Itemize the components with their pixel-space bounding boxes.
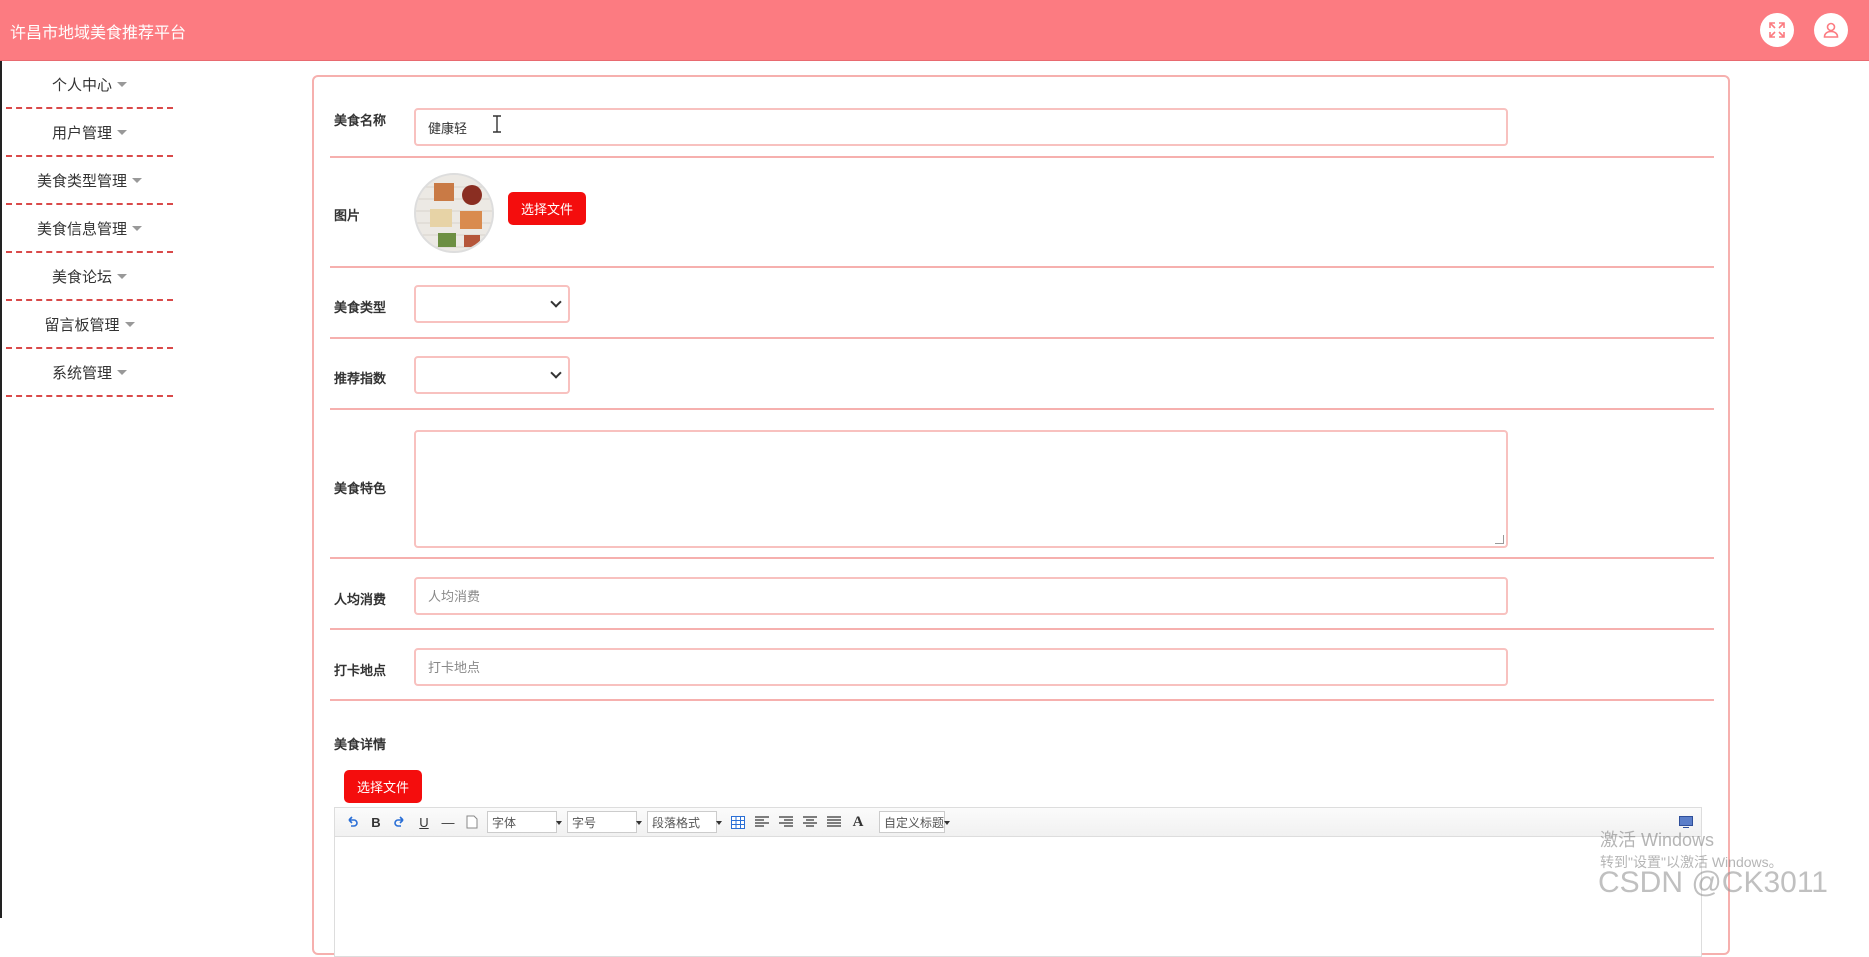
horizontal-rule-button[interactable]: —: [439, 812, 457, 832]
form-row-name: 美食名称: [330, 77, 1714, 158]
sidebar-item-label: 美食类型管理: [36, 172, 127, 190]
caret-down-icon: [117, 369, 127, 375]
undo-icon: [348, 816, 358, 827]
page-icon: [466, 815, 478, 829]
align-justify-icon: [827, 816, 841, 827]
form-row-avg-cost: 人均消费: [330, 559, 1714, 630]
sidebar: 个人中心 用户管理 美食类型管理 美食信息管理 美食论坛 留言板管理 系统管理: [0, 61, 175, 918]
insert-table-button[interactable]: [729, 812, 747, 832]
caret-down-icon: [117, 81, 127, 87]
user-icon: [1823, 22, 1839, 38]
type-select[interactable]: [414, 285, 570, 323]
sidebar-item-label: 系统管理: [51, 364, 112, 382]
sidebar-item-food-info-management[interactable]: 美食信息管理: [6, 205, 173, 253]
align-left-button[interactable]: [753, 812, 771, 832]
form-row-location: 打卡地点: [330, 630, 1714, 701]
windows-activation-title: 激活 Windows: [1600, 830, 1715, 850]
food-form-panel: 美食名称 图片 选择文件 美: [312, 75, 1730, 957]
rich-editor-content[interactable]: [334, 837, 1702, 957]
undo-button[interactable]: [343, 812, 361, 832]
fullscreen-button[interactable]: [1760, 13, 1794, 47]
chevron-down-icon: [550, 296, 562, 308]
table-icon: [731, 815, 745, 829]
food-image-thumbnail: [414, 173, 494, 253]
fullscreen-icon: [1769, 22, 1785, 38]
align-right-icon: [779, 816, 793, 827]
image-choose-file-button[interactable]: 选择文件: [508, 192, 586, 225]
paragraph-format-select[interactable]: 段落格式: [647, 811, 722, 833]
chevron-down-icon: [550, 367, 562, 379]
app-title: 许昌市地域美食推荐平台: [10, 25, 187, 42]
caret-down-icon: [132, 177, 142, 183]
avg-cost-label: 人均消费: [334, 592, 387, 607]
caret-down-icon: [132, 225, 142, 231]
form-row-feature: 美食特色: [330, 410, 1714, 559]
underline-button[interactable]: U: [415, 812, 433, 832]
page-button[interactable]: [463, 812, 481, 832]
form-row-type: 美食类型: [330, 268, 1714, 339]
sidebar-item-label: 个人中心: [51, 76, 112, 94]
food-image: [416, 175, 492, 251]
rating-select[interactable]: [414, 356, 570, 394]
location-label: 打卡地点: [334, 663, 387, 678]
sidebar-item-food-forum[interactable]: 美食论坛: [6, 253, 173, 301]
align-center-icon: [803, 816, 817, 827]
feature-label: 美食特色: [334, 481, 387, 496]
align-left-icon: [755, 816, 769, 827]
text-cursor-icon: [493, 115, 501, 133]
sidebar-item-label: 用户管理: [51, 124, 112, 142]
resize-handle-icon[interactable]: [1495, 535, 1504, 544]
type-label: 美食类型: [334, 300, 387, 315]
sidebar-item-message-board[interactable]: 留言板管理: [6, 301, 173, 349]
name-input[interactable]: [414, 108, 1508, 146]
image-label: 图片: [334, 208, 361, 223]
detail-choose-file-button[interactable]: 选择文件: [344, 770, 422, 803]
sidebar-item-food-type-management[interactable]: 美食类型管理: [6, 157, 173, 205]
feature-textarea[interactable]: [414, 430, 1508, 548]
sidebar-item-label: 美食论坛: [51, 268, 112, 286]
detail-label: 美食详情: [334, 737, 387, 752]
sidebar-item-label: 留言板管理: [44, 316, 120, 334]
sidebar-item-user-management[interactable]: 用户管理: [6, 109, 173, 157]
bold-button[interactable]: B: [367, 812, 385, 832]
rating-label: 推荐指数: [334, 371, 387, 386]
align-right-button[interactable]: [777, 812, 795, 832]
font-color-button[interactable]: A: [849, 812, 867, 832]
sidebar-item-label: 美食信息管理: [36, 220, 127, 238]
form-row-rating: 推荐指数: [330, 339, 1714, 410]
caret-down-icon: [124, 321, 135, 327]
rich-editor-toolbar: B U — 字体 字号 段落格式 A 自定义标题: [334, 807, 1702, 837]
user-button[interactable]: [1814, 13, 1848, 47]
redo-icon: [394, 816, 404, 827]
location-input[interactable]: [414, 648, 1508, 686]
form-row-image: 图片 选择文件: [330, 158, 1714, 268]
redo-button[interactable]: [391, 812, 409, 832]
caret-down-icon: [117, 273, 127, 279]
sidebar-item-system-management[interactable]: 系统管理: [6, 349, 173, 397]
font-size-select[interactable]: 字号: [567, 811, 642, 833]
caret-down-icon: [117, 129, 127, 135]
custom-title-select[interactable]: 自定义标题: [879, 811, 950, 833]
csdn-watermark: CSDN @CK3011: [1598, 866, 1828, 899]
align-center-button[interactable]: [801, 812, 819, 832]
sidebar-item-personal-center[interactable]: 个人中心: [6, 61, 173, 109]
font-family-select[interactable]: 字体: [487, 811, 562, 833]
name-label: 美食名称: [334, 113, 387, 128]
avg-cost-input[interactable]: [414, 577, 1508, 615]
top-bar: 许昌市地域美食推荐平台: [0, 0, 1869, 61]
align-justify-button[interactable]: [825, 812, 843, 832]
